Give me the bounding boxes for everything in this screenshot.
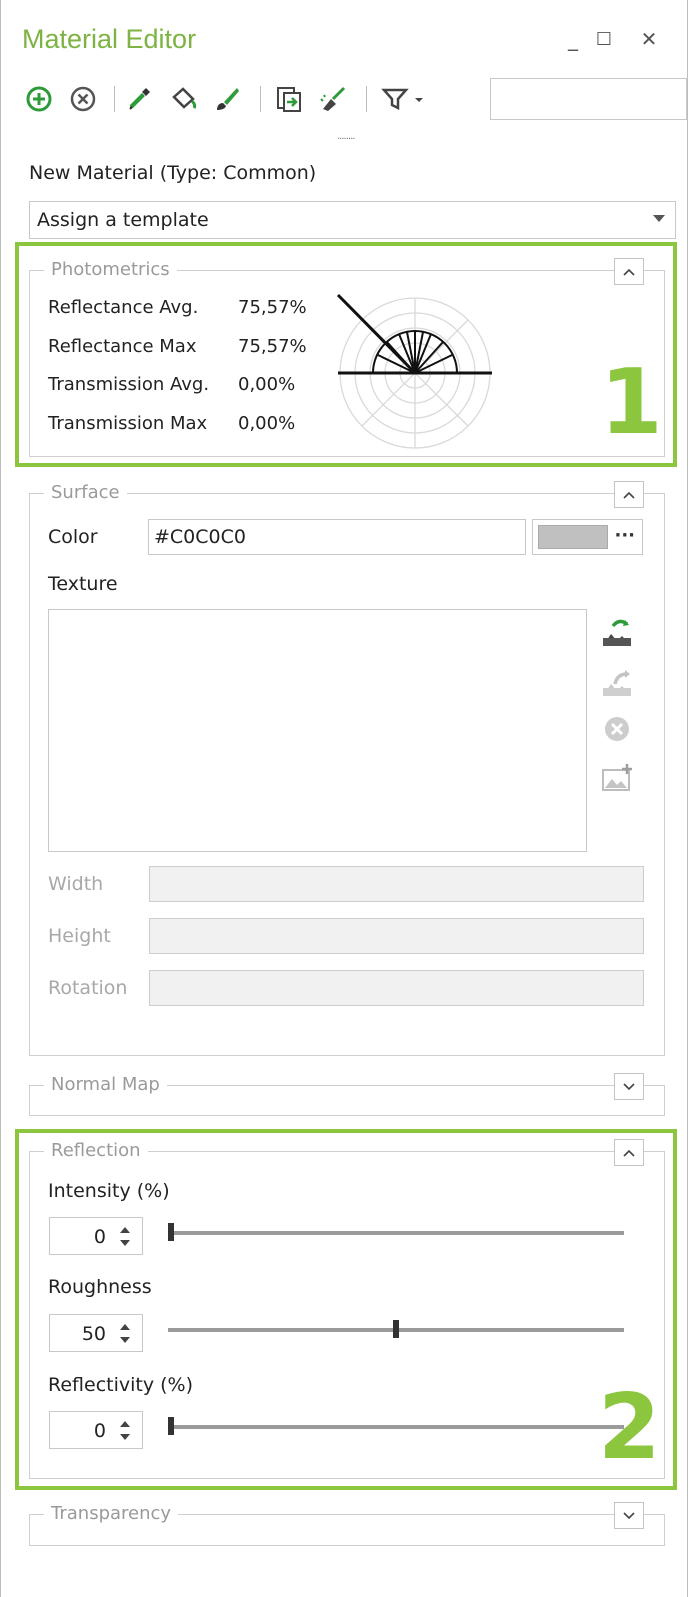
panel-right-border — [687, 0, 688, 1597]
filter-icon[interactable] — [380, 84, 428, 114]
color-input[interactable]: #C0C0C0 — [148, 519, 526, 555]
transparency-group: Transparency — [29, 1502, 665, 1546]
intensity-stepper[interactable]: 0 — [49, 1217, 143, 1255]
width-label: Width — [48, 873, 104, 895]
add-image-icon[interactable] — [600, 761, 634, 795]
slider-thumb[interactable] — [168, 1223, 174, 1241]
normal-map-expand-button[interactable] — [614, 1073, 644, 1100]
callout-number-1: 1 — [600, 350, 663, 455]
reflectivity-value: 0 — [93, 1420, 106, 1442]
more-options-icon: ··· — [614, 525, 635, 546]
transmission-max-value: 0,00% — [238, 413, 296, 434]
color-input-value: #C0C0C0 — [154, 526, 246, 548]
reflectivity-stepper[interactable]: 0 — [49, 1411, 143, 1449]
slider-thumb[interactable] — [168, 1417, 174, 1435]
chevron-down-icon — [653, 215, 665, 222]
maximize-button[interactable]: ☐ — [591, 24, 617, 54]
stepper-down-icon[interactable] — [120, 1240, 130, 1246]
stepper-up-icon[interactable] — [120, 1421, 130, 1427]
roughness-label: Roughness — [48, 1276, 152, 1298]
chevron-up-icon — [623, 1149, 635, 1157]
color-picker-button[interactable]: ··· — [532, 519, 643, 555]
stepper-up-icon[interactable] — [120, 1324, 130, 1330]
stepper-down-icon[interactable] — [120, 1337, 130, 1343]
photometrics-group-title: Photometrics — [44, 259, 177, 280]
reflectance-max-label: Reflectance Max — [48, 336, 197, 357]
toolbar-separator — [260, 86, 261, 112]
toolbar-separator — [366, 86, 367, 112]
chevron-down-icon — [623, 1082, 635, 1090]
brush-icon[interactable] — [212, 84, 242, 114]
clean-icon[interactable] — [318, 84, 348, 114]
reflectance-avg-label: Reflectance Avg. — [48, 297, 199, 318]
material-name-label: New Material (Type: Common) — [29, 162, 317, 184]
eyedropper-icon[interactable] — [124, 84, 154, 114]
remove-icon[interactable] — [68, 84, 98, 114]
reflectance-avg-value: 75,57% — [238, 297, 307, 318]
transparency-group-title: Transparency — [44, 1503, 179, 1524]
normal-map-group-title: Normal Map — [44, 1074, 167, 1095]
window-title: Material Editor — [22, 24, 197, 54]
roughness-value: 50 — [81, 1323, 106, 1345]
color-swatch — [538, 525, 608, 549]
chevron-up-icon — [623, 491, 635, 499]
reflection-collapse-button[interactable] — [614, 1139, 644, 1166]
transparency-expand-button[interactable] — [614, 1502, 644, 1529]
surface-collapse-button[interactable] — [614, 481, 644, 508]
intensity-label: Intensity (%) — [48, 1180, 170, 1202]
panel-left-border — [0, 0, 1, 1597]
clear-texture-icon[interactable] — [600, 712, 634, 746]
roughness-slider[interactable] — [168, 1320, 624, 1340]
splitter-grip[interactable]: ········ — [337, 135, 355, 145]
color-label: Color — [48, 526, 98, 548]
transmission-avg-label: Transmission Avg. — [48, 374, 210, 395]
search-input[interactable] — [490, 78, 687, 120]
reflectivity-slider[interactable] — [168, 1417, 624, 1437]
load-texture-icon[interactable] — [600, 615, 634, 649]
transmission-avg-value: 0,00% — [238, 374, 296, 395]
stepper-up-icon[interactable] — [120, 1227, 130, 1233]
slider-track — [168, 1231, 624, 1235]
reflectance-max-value: 75,57% — [238, 336, 307, 357]
width-input[interactable] — [149, 866, 644, 902]
height-input[interactable] — [149, 918, 644, 954]
chevron-down-icon — [623, 1511, 635, 1519]
stepper-down-icon[interactable] — [120, 1434, 130, 1440]
callout-number-2: 2 — [598, 1375, 661, 1480]
height-label: Height — [48, 925, 111, 947]
transmission-max-label: Transmission Max — [48, 413, 208, 434]
material-editor-panel: Material Editor _ ☐ ✕ ········ New Mater… — [0, 0, 692, 1597]
polar-diagram — [336, 293, 492, 449]
intensity-slider[interactable] — [168, 1223, 624, 1243]
rotation-input[interactable] — [149, 970, 644, 1006]
reflection-group-title: Reflection — [44, 1140, 148, 1161]
intensity-value: 0 — [93, 1226, 106, 1248]
paint-bucket-icon[interactable] — [168, 84, 198, 114]
surface-group-title: Surface — [44, 482, 127, 503]
reflectivity-label: Reflectivity (%) — [48, 1374, 194, 1396]
photometrics-collapse-button[interactable] — [614, 258, 644, 285]
add-icon[interactable] — [24, 84, 54, 114]
slider-thumb[interactable] — [393, 1320, 399, 1338]
toolbar-separator — [114, 86, 115, 112]
minimize-button[interactable]: _ — [560, 24, 586, 54]
texture-preview[interactable] — [48, 609, 587, 852]
export-texture-icon[interactable] — [600, 665, 634, 699]
template-dropdown[interactable]: Assign a template — [29, 201, 676, 239]
close-button[interactable]: ✕ — [636, 24, 662, 54]
roughness-stepper[interactable]: 50 — [49, 1314, 143, 1352]
chevron-up-icon — [623, 268, 635, 276]
slider-track — [168, 1425, 624, 1429]
import-icon[interactable] — [274, 84, 304, 114]
texture-label: Texture — [48, 573, 118, 595]
template-dropdown-text: Assign a template — [37, 209, 209, 231]
normal-map-group: Normal Map — [29, 1073, 665, 1116]
rotation-label: Rotation — [48, 977, 128, 999]
